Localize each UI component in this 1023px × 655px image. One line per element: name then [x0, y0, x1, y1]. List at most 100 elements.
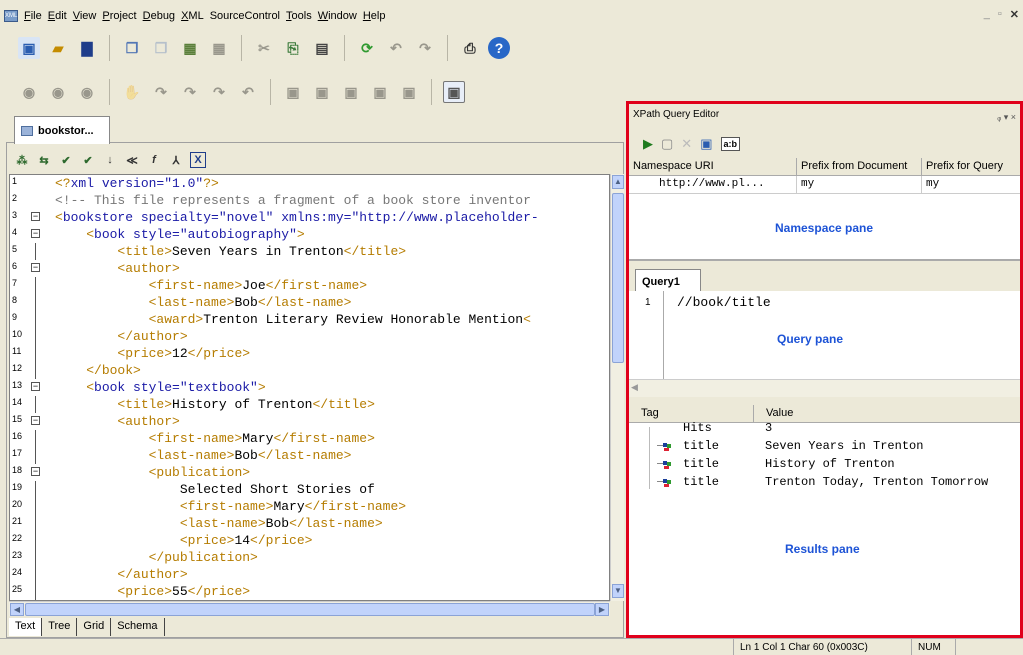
code-line[interactable]: 18− <publication> — [10, 464, 609, 481]
help-icon[interactable]: ? — [488, 37, 510, 59]
output-icon[interactable]: ▣ — [398, 81, 420, 103]
xml-tool-1-icon[interactable]: ⁂ — [14, 152, 30, 168]
menu-sourcecontrol[interactable]: SourceControl — [207, 10, 283, 22]
validate-icon[interactable]: ✔ — [58, 152, 74, 168]
window-alt-icon[interactable]: ❐ — [150, 37, 172, 59]
scroll-up-icon[interactable]: ▲ — [612, 175, 624, 189]
namespace-prefix-button[interactable]: a:b — [720, 137, 740, 151]
menu-view[interactable]: View — [70, 10, 100, 22]
tab-text[interactable]: Text — [9, 618, 43, 636]
fold-toggle-icon[interactable]: − — [31, 467, 40, 476]
code-line[interactable]: 14 <title>History of Trenton</title> — [10, 396, 609, 413]
breakpoint-icon[interactable]: ▣ — [282, 81, 304, 103]
undo-icon[interactable]: ↶ — [385, 37, 407, 59]
pane-splitter[interactable] — [629, 397, 1020, 405]
fold-toggle-icon[interactable]: − — [31, 263, 40, 272]
step-back-icon[interactable]: ↶ — [237, 81, 259, 103]
delete-query-icon[interactable]: ✕ — [681, 136, 692, 152]
refresh-icon[interactable]: ⟳ — [356, 37, 378, 59]
scroll-right-icon[interactable]: ▶ — [595, 603, 609, 616]
menu-file[interactable]: File — [21, 10, 45, 22]
prefix-doc-header[interactable]: Prefix from Document — [797, 158, 922, 176]
scroll-thumb[interactable] — [612, 193, 624, 363]
restore-icon[interactable]: ▫ — [998, 8, 1002, 21]
open-folder-icon[interactable]: ▰ — [47, 37, 69, 59]
print-icon[interactable]: ⎙ — [459, 37, 481, 59]
xml-query-icon[interactable]: ▣ — [700, 136, 712, 152]
result-row[interactable]: title History of Trenton — [629, 456, 1020, 474]
menu-edit[interactable]: Edit — [45, 10, 70, 22]
watch-icon[interactable]: ▣ — [311, 81, 333, 103]
editor-vertical-scrollbar[interactable]: ▲ ▼ — [610, 174, 624, 601]
result-row[interactable]: title Trenton Today, Trenton Tomorrow — [629, 474, 1020, 492]
tree-icon[interactable]: ⅄ — [168, 152, 184, 168]
fold-toggle-icon[interactable]: − — [31, 382, 40, 391]
code-line[interactable]: 19 Selected Short Stories of — [10, 481, 609, 498]
code-line[interactable]: 22 <price>14</price> — [10, 532, 609, 549]
code-line[interactable]: 21 <last-name>Bob</last-name> — [10, 515, 609, 532]
namespace-row[interactable]: http://www.pl... my my — [629, 176, 1020, 194]
code-line[interactable]: 15− <author> — [10, 413, 609, 430]
app-icon[interactable]: XML — [4, 10, 18, 22]
save-icon[interactable]: ▇ — [76, 37, 98, 59]
code-line[interactable]: 3 − <bookstore specialty="novel" xmlns:my=… — [10, 209, 609, 226]
code-line[interactable]: 25 <price>55</price> — [10, 583, 609, 600]
fold-toggle-icon[interactable]: − — [31, 416, 40, 425]
code-line[interactable]: 12 </book> — [10, 362, 609, 379]
tab-query1[interactable]: Query1 — [635, 269, 701, 293]
query-text[interactable]: //book/title — [677, 295, 771, 310]
step-into-icon[interactable]: ↷ — [150, 81, 172, 103]
paste-icon[interactable]: ▤ — [311, 37, 333, 59]
minimize-icon[interactable]: _ — [984, 8, 990, 21]
locals-icon[interactable]: ▣ — [340, 81, 362, 103]
scroll-down-icon[interactable]: ▼ — [612, 584, 624, 598]
code-line[interactable]: 10 </author> — [10, 328, 609, 345]
new-project-icon[interactable]: ▣ — [18, 37, 40, 59]
query-scrollbar[interactable]: ◀ — [629, 379, 1020, 397]
prefix-query-cell[interactable]: my — [922, 176, 1020, 194]
xpath-editor-icon[interactable]: ▣ — [443, 81, 465, 103]
debug-stop-icon[interactable]: ◉ — [76, 81, 98, 103]
menu-tools[interactable]: Tools — [283, 10, 315, 22]
code-line[interactable]: 16 <first-name>Mary</first-name> — [10, 430, 609, 447]
dropdown-icon[interactable]: ↓ — [102, 152, 118, 168]
menu-window[interactable]: Window — [315, 10, 360, 22]
scroll-thumb-horizontal[interactable] — [25, 603, 595, 616]
close-icon[interactable]: ✕ — [1010, 8, 1019, 21]
function-icon[interactable]: f — [146, 152, 162, 168]
prefix-query-header[interactable]: Prefix for Query — [922, 158, 1020, 176]
scroll-left-icon[interactable]: ◀ — [10, 603, 24, 616]
fold-toggle-icon[interactable]: − — [31, 212, 40, 221]
cut-icon[interactable]: ✂ — [253, 37, 275, 59]
tab-grid[interactable]: Grid — [77, 618, 112, 636]
code-line[interactable]: 13− <book style="textbook"> — [10, 379, 609, 396]
scroll-left-icon[interactable]: ◀ — [631, 382, 645, 395]
redo-icon[interactable]: ↷ — [414, 37, 436, 59]
menu-project[interactable]: Project — [99, 10, 139, 22]
debug-pause-icon[interactable]: ◉ — [47, 81, 69, 103]
code-line[interactable]: 8 <last-name>Bob</last-name> — [10, 294, 609, 311]
menu-help[interactable]: Help — [360, 10, 389, 22]
result-row[interactable]: title Seven Years in Trenton — [629, 438, 1020, 456]
menu-xml[interactable]: XML — [178, 10, 207, 22]
code-line[interactable]: 23 </publication> — [10, 549, 609, 566]
step-out-icon[interactable]: ↷ — [208, 81, 230, 103]
code-line[interactable]: 20 <first-name>Mary</first-name> — [10, 498, 609, 515]
code-line[interactable]: 24 </author> — [10, 566, 609, 583]
pane-controls[interactable]: ᵩ ▾ × — [997, 112, 1016, 123]
code-line[interactable]: 1 <?xml version="1.0"?> — [10, 175, 609, 192]
hand-icon[interactable]: ✋ — [121, 81, 143, 103]
step-over-icon[interactable]: ↷ — [179, 81, 201, 103]
editor-horizontal-scrollbar[interactable]: ◀ ▶ — [9, 601, 610, 616]
debug-run-icon[interactable]: ◉ — [18, 81, 40, 103]
tab-tree[interactable]: Tree — [42, 618, 78, 636]
xpath-icon[interactable]: X — [190, 152, 206, 168]
code-editor[interactable]: 1 <?xml version="1.0"?> 2 <!-- This file re… — [9, 174, 610, 601]
tab-schema[interactable]: Schema — [111, 618, 165, 636]
code-line[interactable]: 11 <price>12</price> — [10, 345, 609, 362]
fold-toggle-icon[interactable]: − — [31, 229, 40, 238]
run-query-icon[interactable]: ▶ — [643, 136, 653, 152]
validate-schema-icon[interactable]: ✔ — [80, 152, 96, 168]
code-line[interactable]: 2 <!-- This file represents a fragment of… — [10, 192, 609, 209]
xml-tool-2-icon[interactable]: ⇆ — [36, 152, 52, 168]
